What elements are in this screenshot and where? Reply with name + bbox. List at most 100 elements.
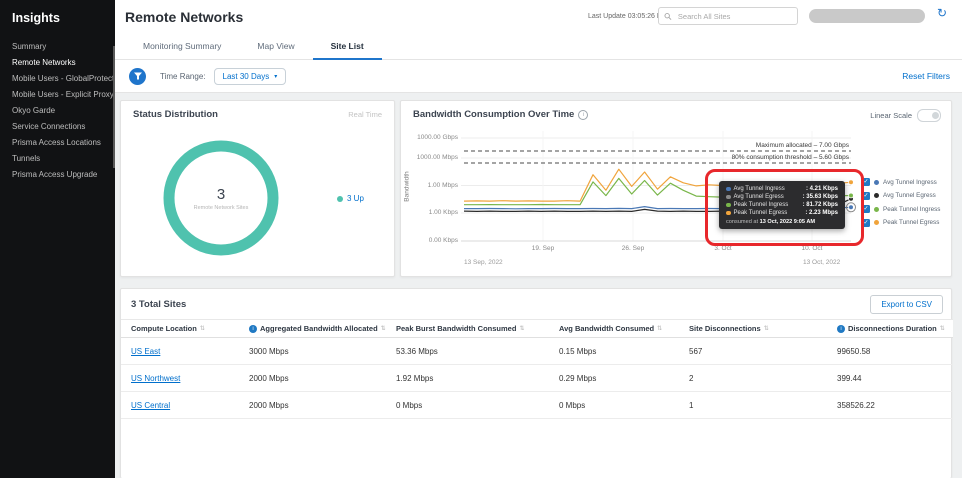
tab-monitoring-summary[interactable]: Monitoring Summary <box>125 33 239 59</box>
funnel-icon <box>133 72 142 80</box>
table-row[interactable]: US Northwest 2000 Mbps 1.92 Mbps 0.29 Mbps 2… <box>121 365 953 392</box>
sidebar-item-prisma-access-locations[interactable]: Prisma Access Locations <box>0 134 115 150</box>
checkbox-checked-icon[interactable]: ✓ <box>862 205 870 213</box>
table-row[interactable]: US Central 2000 Mbps 0 Mbps 0 Mbps 1 358526.2… <box>121 392 953 419</box>
linear-scale-control: Linear Scale <box>870 109 941 122</box>
table-cell: 53.36 Mbps <box>396 346 438 356</box>
y-axis-tick: 0.00 Kbps <box>428 237 458 244</box>
redacted-account-pill[interactable] <box>809 9 925 23</box>
tooltip-series-label: Avg Tunnel Ingress <box>733 186 785 192</box>
sidebar-item-summary[interactable]: Summary <box>0 38 115 54</box>
legend-item-peak-tunnel-ingress[interactable]: ✓ Peak Tunnel Ingress <box>862 205 940 213</box>
site-link[interactable]: US Central <box>131 401 249 410</box>
tooltip-series-value: : 4.21 Kbps <box>805 186 838 192</box>
time-range-value: Last 30 Days <box>222 71 270 81</box>
tab-map-view[interactable]: Map View <box>239 33 312 59</box>
y-axis-tick: 1.00 Kbps <box>428 209 458 216</box>
sort-icon[interactable]: ⇅ <box>657 325 662 332</box>
sidebar-nav: Summary Remote Networks Mobile Users - Glo… <box>0 38 115 182</box>
sidebar-item-mobile-users-explicit-proxy[interactable]: Mobile Users - Explicit Proxy <box>0 86 115 102</box>
column-header-label: Site Disconnections <box>689 324 761 333</box>
tooltip-row: Peak Tunnel Ingress : 81.72 Kbps <box>726 202 838 208</box>
refresh-icon[interactable]: ↻ <box>937 6 947 20</box>
sidebar-item-mobile-users-globalprotect[interactable]: Mobile Users - GlobalProtect <box>0 70 115 86</box>
table-cell: 0.15 Mbps <box>559 346 597 356</box>
column-header-label: Avg Bandwidth Consumed <box>559 324 655 333</box>
column-header-disconnections-duration[interactable]: i Disconnections Duration ⇅ <box>837 324 953 333</box>
tooltip-row: Peak Tunnel Egress : 2.23 Mbps <box>726 210 838 216</box>
info-icon[interactable]: i <box>578 109 589 120</box>
tooltip-series-label: Peak Tunnel Ingress <box>733 202 789 208</box>
threshold-label-2: 80% consumption threshold – 5.60 Gbps <box>731 154 849 161</box>
insights-app: Insights Summary Remote Networks Mobile Us… <box>0 0 962 478</box>
sidebar: Insights Summary Remote Networks Mobile Us… <box>0 0 115 478</box>
export-csv-button[interactable]: Export to CSV <box>870 295 943 314</box>
table-cell: 2000 Mbps <box>249 373 289 383</box>
y-axis-tick: 1000.00 Gbps <box>417 134 458 141</box>
tooltip-row: Avg Tunnel Ingress : 4.21 Kbps <box>726 186 838 192</box>
sort-icon[interactable]: ⇅ <box>764 325 769 332</box>
sites-table-card: 3 Total Sites Export to CSV Compute Loca… <box>120 288 953 478</box>
search-box[interactable] <box>658 7 798 25</box>
info-icon[interactable]: i <box>249 324 257 333</box>
info-icon[interactable]: i <box>837 324 845 333</box>
page-title: Remote Networks <box>125 9 244 25</box>
column-header-site-disconnections[interactable]: Site Disconnections ⇅ <box>689 324 837 333</box>
table-row[interactable]: US East 3000 Mbps 53.36 Mbps 0.15 Mbps 567 99… <box>121 338 953 365</box>
site-link[interactable]: US East <box>131 347 249 356</box>
tooltip-series-value: : 81.72 Kbps <box>802 202 838 208</box>
tooltip-footer-prefix: consumed at <box>726 219 760 225</box>
table-header-row: Compute Location ⇅ i Aggregated Bandwidth A… <box>121 319 953 338</box>
column-header-compute-location[interactable]: Compute Location ⇅ <box>131 324 249 333</box>
sort-icon[interactable]: ⇅ <box>381 325 386 332</box>
legend-label: Peak Tunnel Egress <box>883 219 940 226</box>
table-cell: 0 Mbps <box>559 400 586 410</box>
tooltip-series-label: Peak Tunnel Egress <box>733 210 788 216</box>
sort-icon[interactable]: ⇅ <box>519 325 524 332</box>
column-header-peak-burst-bandwidth-consumed[interactable]: Peak Burst Bandwidth Consumed ⇅ <box>396 324 559 333</box>
checkbox-checked-icon[interactable]: ✓ <box>862 191 870 200</box>
sidebar-item-service-connections[interactable]: Service Connections <box>0 118 115 134</box>
sort-icon[interactable]: ⇅ <box>940 325 945 332</box>
site-link[interactable]: US Northwest <box>131 374 249 383</box>
chart-tooltip: Avg Tunnel Ingress: 4.21 Kbps Avg Tunnel … <box>719 181 845 229</box>
sidebar-item-tunnels[interactable]: Tunnels <box>0 150 115 166</box>
date-range-start: 13 Sep, 2022 <box>464 259 503 266</box>
legend-item-avg-tunnel-ingress[interactable]: ✓ Avg Tunnel Ingress <box>862 178 940 186</box>
table-cell: 358526.22 <box>837 400 875 410</box>
series-color-dot <box>874 193 879 198</box>
checkbox-checked-icon[interactable]: ✓ <box>862 178 870 186</box>
sidebar-item-remote-networks[interactable]: Remote Networks <box>0 54 115 70</box>
real-time-label: Real Time <box>348 110 382 119</box>
column-header-avg-bandwidth-consumed[interactable]: Avg Bandwidth Consumed ⇅ <box>559 324 689 333</box>
bandwidth-card: Bandwidth Consumption Over Time i Linear… <box>400 100 952 277</box>
last-update-text: Last Update 03:05:26 PM <box>588 13 668 20</box>
tooltip-footer-date: 13 Oct, 2022 9:05 AM <box>759 219 816 225</box>
search-input[interactable] <box>675 10 792 22</box>
up-count-label: 3 Up <box>347 194 364 203</box>
table-cell: 3000 Mbps <box>249 346 289 356</box>
y-axis-tick: 1.00 Mbps <box>427 181 458 189</box>
reset-filters-link[interactable]: Reset Filters <box>902 71 950 81</box>
time-range-select[interactable]: Last 30 Days ▾ <box>213 67 287 85</box>
legend-item-peak-tunnel-egress[interactable]: ✓ Peak Tunnel Egress <box>862 218 940 227</box>
sidebar-item-prisma-access-upgrade[interactable]: Prisma Access Upgrade <box>0 166 115 182</box>
status-legend-item-up[interactable]: 3 Up <box>337 194 364 203</box>
column-header-aggregated-bandwidth-allocated[interactable]: i Aggregated Bandwidth Allocated ⇅ <box>249 324 396 333</box>
x-axis-tick: 26. Sep <box>621 245 645 252</box>
legend-item-avg-tunnel-egress[interactable]: ✓ Avg Tunnel Egress <box>862 191 940 200</box>
x-axis-tick: 3. Oct <box>714 245 732 252</box>
filter-button[interactable] <box>129 67 146 85</box>
linear-scale-toggle[interactable] <box>917 109 941 122</box>
tooltip-series-value: : 2.23 Mbps <box>805 210 838 216</box>
tab-site-list[interactable]: Site List <box>312 33 382 60</box>
checkbox-checked-icon[interactable]: ✓ <box>862 218 870 227</box>
sort-icon[interactable]: ⇅ <box>200 325 205 332</box>
tooltip-rows: Avg Tunnel Ingress: 4.21 Kbps Avg Tunnel … <box>726 186 838 216</box>
sidebar-item-okyo-garde[interactable]: Okyo Garde <box>0 102 115 118</box>
threshold-label-1: Maximum allocated – 7.00 Gbps <box>755 142 849 149</box>
sidebar-scrollbar[interactable] <box>113 46 115 168</box>
tooltip-row: Avg Tunnel Egress: 35.63 Kbps <box>726 194 838 200</box>
status-distribution-card: Status Distribution Real Time 3 Remote N… <box>120 100 395 277</box>
x-axis-tick: 10. Oct <box>801 245 823 252</box>
